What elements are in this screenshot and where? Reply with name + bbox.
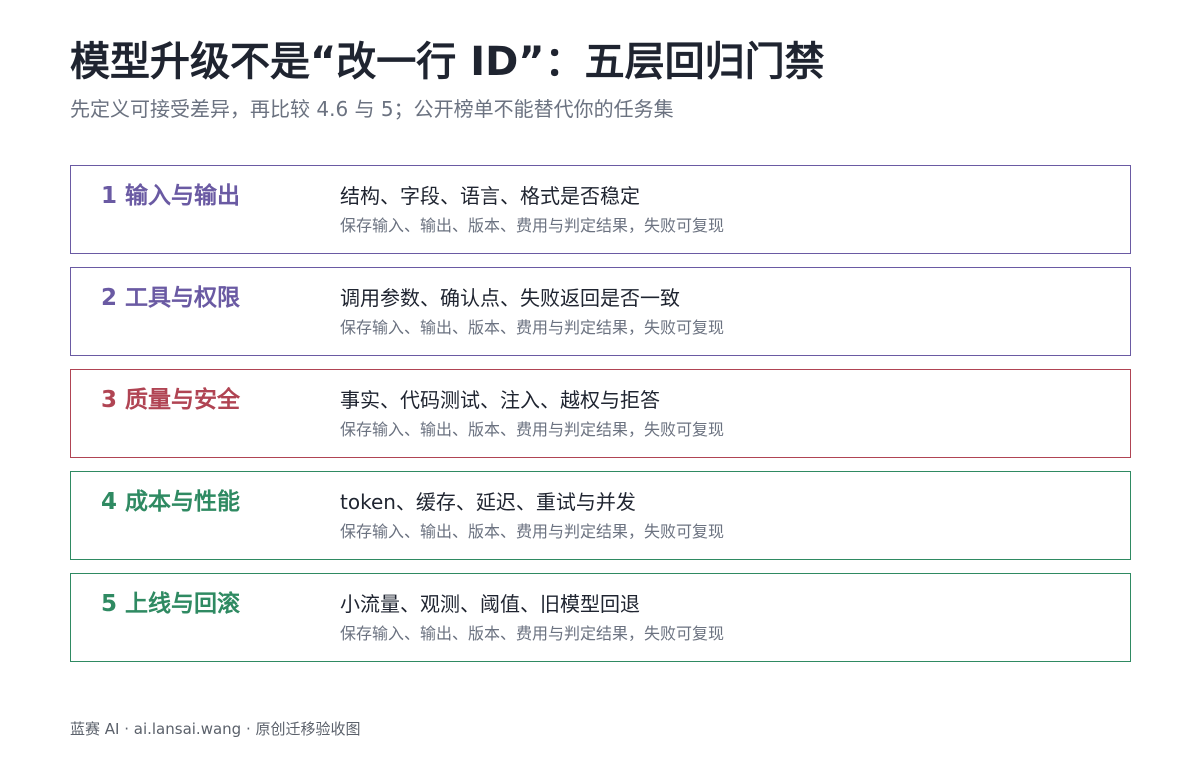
layer-title-2: 2 工具与权限 — [101, 285, 241, 311]
layer-description-5: 小流量、观测、阈值、旧模型回退 — [340, 592, 640, 616]
layer-description-1: 结构、字段、语言、格式是否稳定 — [340, 184, 640, 208]
layer-description-3: 事实、代码测试、注入、越权与拒答 — [340, 388, 660, 412]
layer-note-1: 保存输入、输出、版本、费用与判定结果，失败可复现 — [340, 216, 725, 235]
layer-box-3: 3 质量与安全 事实、代码测试、注入、越权与拒答 保存输入、输出、版本、费用与判… — [70, 369, 1131, 458]
layer-box-1: 1 输入与输出 结构、字段、语言、格式是否稳定 保存输入、输出、版本、费用与判定… — [70, 165, 1131, 254]
layer-note-4: 保存输入、输出、版本、费用与判定结果，失败可复现 — [340, 522, 725, 541]
layer-description-2: 调用参数、确认点、失败返回是否一致 — [340, 286, 680, 310]
layer-box-2: 2 工具与权限 调用参数、确认点、失败返回是否一致 保存输入、输出、版本、费用与… — [70, 267, 1131, 356]
layer-box-5: 5 上线与回滚 小流量、观测、阈值、旧模型回退 保存输入、输出、版本、费用与判定… — [70, 573, 1131, 662]
layer-title-3: 3 质量与安全 — [101, 387, 241, 413]
layer-note-3: 保存输入、输出、版本、费用与判定结果，失败可复现 — [340, 420, 725, 439]
page-subtitle: 先定义可接受差异，再比较 4.6 与 5；公开榜单不能替代你的任务集 — [70, 97, 674, 121]
layer-title-4: 4 成本与性能 — [101, 489, 241, 515]
layer-description-4: token、缓存、延迟、重试与并发 — [340, 490, 636, 514]
layer-box-4: 4 成本与性能 token、缓存、延迟、重试与并发 保存输入、输出、版本、费用与… — [70, 471, 1131, 560]
layer-title-1: 1 输入与输出 — [101, 183, 241, 209]
layer-title-5: 5 上线与回滚 — [101, 591, 241, 617]
layer-note-5: 保存输入、输出、版本、费用与判定结果，失败可复现 — [340, 624, 725, 643]
layer-note-2: 保存输入、输出、版本、费用与判定结果，失败可复现 — [340, 318, 725, 337]
page-title: 模型升级不是“改一行 ID”：五层回归门禁 — [70, 39, 825, 85]
regression-gate-layers: 1 输入与输出 结构、字段、语言、格式是否稳定 保存输入、输出、版本、费用与判定… — [70, 165, 1131, 675]
footer-credit: 蓝赛 AI · ai.lansai.wang · 原创迁移验收图 — [70, 720, 361, 738]
